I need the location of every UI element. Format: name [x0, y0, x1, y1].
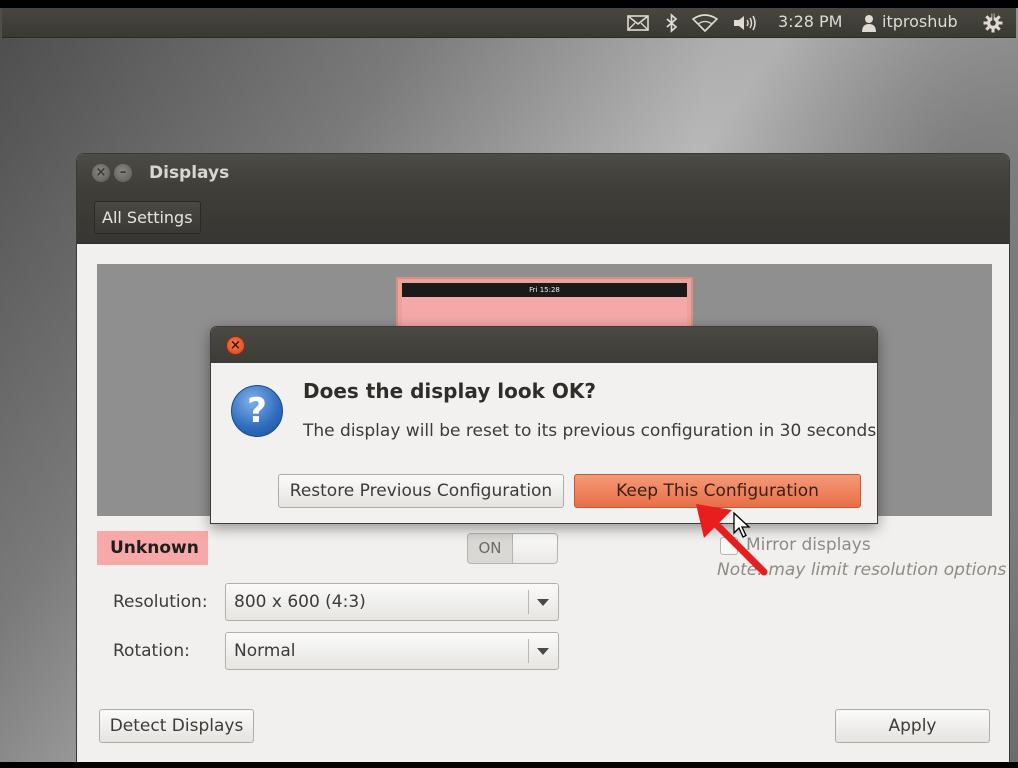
mail-icon[interactable]	[626, 13, 650, 33]
wifi-icon[interactable]	[692, 13, 718, 33]
panel-clock[interactable]: 3:28 PM	[778, 12, 842, 31]
minimize-icon[interactable]: –	[114, 164, 132, 182]
resolution-label: Resolution:	[113, 592, 208, 612]
restore-previous-configuration-button[interactable]: Restore Previous Configuration	[278, 474, 564, 508]
dropdown-separator	[528, 590, 529, 614]
detect-displays-button[interactable]: Detect Displays	[99, 709, 254, 743]
top-panel: 3:28 PM itproshub	[2, 8, 1016, 38]
letterbox-bottom	[0, 762, 1018, 768]
bluetooth-icon[interactable]	[664, 13, 680, 33]
close-icon[interactable]: ×	[226, 336, 245, 355]
user-icon	[860, 13, 878, 33]
monitor-on-toggle[interactable]: ON	[467, 533, 558, 564]
window-titlebar[interactable]: × – Displays	[77, 154, 1009, 192]
panel-username[interactable]: itproshub	[882, 12, 958, 31]
apply-button[interactable]: Apply	[835, 709, 990, 743]
desktop: 3:28 PM itproshub × – Displays All Setti…	[0, 0, 1018, 768]
close-icon[interactable]: ×	[92, 164, 110, 182]
resolution-dropdown[interactable]: 800 x 600 (4:3)	[225, 583, 559, 621]
monitor-thumbnail-panel: Fri 15:28	[402, 283, 687, 297]
chevron-down-icon	[537, 599, 549, 606]
display-confirm-dialog: × ? Does the display look OK? The displa…	[210, 326, 878, 524]
rotation-label: Rotation:	[113, 641, 190, 661]
gear-icon[interactable]	[982, 13, 1004, 33]
monitor-name-label: Unknown	[97, 531, 208, 565]
letterbox-top	[0, 0, 1018, 8]
dropdown-separator	[528, 639, 529, 663]
mouse-pointer-icon	[733, 512, 751, 538]
annotation-arrow-icon	[696, 504, 768, 576]
rotation-dropdown[interactable]: Normal	[225, 632, 559, 670]
rotation-value: Normal	[234, 641, 296, 661]
toggle-label: ON	[478, 539, 502, 557]
window-title: Displays	[149, 163, 230, 183]
question-icon: ?	[231, 385, 283, 437]
dialog-heading: Does the display look OK?	[303, 379, 596, 403]
volume-icon[interactable]	[731, 13, 759, 33]
dialog-titlebar[interactable]: ×	[211, 327, 877, 363]
resolution-value: 800 x 600 (4:3)	[234, 592, 366, 612]
window-toolbar: All Settings	[77, 192, 1009, 244]
chevron-down-icon	[537, 648, 549, 655]
all-settings-button[interactable]: All Settings	[94, 201, 201, 234]
toggle-knob[interactable]	[512, 534, 557, 563]
dialog-message: The display will be reset to its previou…	[303, 421, 877, 441]
